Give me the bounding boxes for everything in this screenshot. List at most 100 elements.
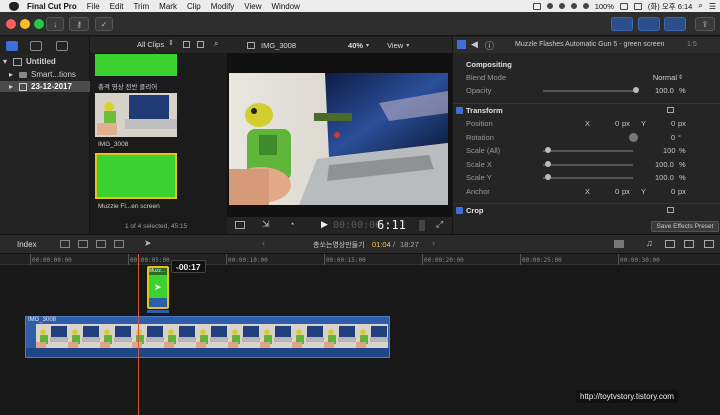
menu-mark[interactable]: Mark (159, 2, 177, 11)
scale-all-knob[interactable] (545, 147, 551, 153)
headphones-icon[interactable]: ♫ (646, 238, 653, 248)
libraries-icon[interactable] (6, 41, 18, 51)
insert-clip-icon[interactable] (78, 240, 88, 248)
notification-icon[interactable]: ☰ (709, 2, 716, 11)
audio-inspector-icon[interactable]: ◀ (471, 39, 478, 50)
menu-file[interactable]: File (87, 2, 100, 11)
share-button[interactable]: ⇪ (695, 17, 715, 31)
import-button[interactable]: ↓ (46, 17, 64, 31)
timeline-ruler[interactable]: 00:00:00:00 00:00:05:00 00:00:10:00 00:0… (0, 254, 720, 265)
clip-thumbnail-img3008[interactable] (95, 93, 177, 137)
show-browser-button[interactable] (611, 17, 633, 31)
rotation-value[interactable]: 0 (671, 133, 675, 142)
list-view-icon[interactable] (197, 41, 204, 48)
menu-app-name[interactable]: Final Cut Pro (27, 2, 77, 11)
input-source-icon[interactable] (633, 2, 642, 10)
save-effects-preset-button[interactable]: Save Effects Preset (651, 221, 719, 232)
scale-y-value[interactable]: 100.0 (655, 173, 674, 182)
menu-modify[interactable]: Modify (211, 2, 235, 11)
wifi-icon[interactable] (582, 3, 589, 9)
crop-onscreen-icon[interactable] (667, 207, 674, 213)
overwrite-clip-icon[interactable] (114, 240, 124, 248)
info-inspector-icon[interactable]: ⓘ (485, 39, 494, 52)
snapping-icon[interactable] (665, 240, 675, 248)
primary-clip-img3008[interactable]: IMG_3008 (25, 316, 390, 358)
photos-audio-icon[interactable] (30, 41, 42, 51)
opacity-value[interactable]: 100.0 (655, 86, 674, 95)
keywords-button[interactable]: ⚷ (69, 17, 89, 31)
index-button[interactable]: Index (17, 240, 37, 249)
menu-clip[interactable]: Clip (187, 2, 201, 11)
minimize-window-button[interactable] (20, 19, 30, 29)
close-window-button[interactable] (6, 19, 16, 29)
position-y-value[interactable]: 0 (671, 119, 675, 128)
connected-clip-muzzle[interactable]: Muzz... ➤ (147, 266, 169, 309)
menu-view[interactable]: View (244, 2, 261, 11)
opacity-slider-knob[interactable] (633, 87, 639, 93)
titles-generators-icon[interactable] (56, 41, 68, 51)
clip-thumbnail-green-1[interactable] (95, 54, 177, 76)
disclosure-icon[interactable]: ▸ (9, 70, 15, 79)
sync-icon[interactable] (558, 3, 565, 9)
blend-mode-dropdown[interactable]: Normal (653, 73, 677, 82)
record-icon[interactable] (546, 3, 553, 9)
menu-window[interactable]: Window (272, 2, 300, 11)
clip-thumbnail-muzzle-selected[interactable] (95, 153, 177, 199)
sidebar-item-smart-collections[interactable]: ▸ Smart...tions (0, 69, 90, 80)
anchor-y-value[interactable]: 0 (671, 187, 675, 196)
speed-icon[interactable]: ◔ (289, 219, 294, 229)
sidebar-item-library[interactable]: ▾ Untitled (0, 56, 90, 67)
effects-browser-icon[interactable] (704, 240, 714, 248)
opacity-slider[interactable] (543, 90, 638, 92)
scale-x-value[interactable]: 100.0 (655, 160, 674, 169)
rotation-dial[interactable] (629, 133, 638, 142)
zoom-window-button[interactable] (34, 19, 44, 29)
scale-x-slider[interactable] (543, 164, 633, 166)
select-tool-icon[interactable]: ➤ (144, 238, 152, 249)
history-forward-icon[interactable]: › (432, 238, 435, 248)
compositing-header[interactable]: Compositing (453, 58, 720, 71)
menu-edit[interactable]: Edit (110, 2, 124, 11)
battery-icon[interactable] (619, 2, 628, 10)
fullscreen-icon[interactable]: ⤢ (436, 219, 443, 230)
menu-trim[interactable]: Trim (133, 2, 149, 11)
video-inspector-icon[interactable] (457, 40, 466, 49)
connect-clip-icon[interactable] (60, 240, 70, 248)
search-icon[interactable]: ⌕ (698, 1, 702, 11)
scale-y-knob[interactable] (545, 174, 551, 180)
position-x-value[interactable]: 0 (615, 119, 619, 128)
bluetooth-icon[interactable] (570, 3, 577, 9)
play-button[interactable]: ▶ (321, 219, 328, 230)
scale-y-slider[interactable] (543, 177, 633, 179)
view-options-icon[interactable] (235, 221, 245, 229)
background-tasks-button[interactable]: ✓ (95, 17, 113, 31)
show-inspector-button[interactable] (664, 17, 686, 31)
show-timeline-button[interactable] (638, 17, 660, 31)
sidebar-item-event[interactable]: ▸ 23-12-2017 (0, 81, 90, 92)
clip-appearance-icon[interactable] (684, 240, 694, 248)
scale-all-slider[interactable] (543, 150, 633, 152)
search-icon[interactable]: ⌕ (214, 39, 218, 49)
clip-filter-dropdown[interactable]: All Clips (137, 40, 164, 49)
viewer-view-dropdown[interactable]: View (387, 41, 403, 50)
viewer-image[interactable] (229, 73, 448, 205)
anchor-x-value[interactable]: 0 (615, 187, 619, 196)
audio-skimming-icon[interactable] (614, 240, 624, 248)
scale-all-value[interactable]: 100 (663, 146, 676, 155)
disclosure-icon[interactable]: ▾ (3, 57, 9, 66)
viewer-zoom-dropdown[interactable]: 40% (348, 41, 363, 50)
transform-header[interactable]: Transform (453, 103, 720, 116)
transform-tool-icon[interactable]: ⇲ (262, 219, 270, 230)
playhead[interactable] (138, 254, 139, 415)
scale-x-knob[interactable] (545, 161, 551, 167)
append-clip-icon[interactable] (96, 240, 106, 248)
clip-appearance-icon[interactable] (183, 41, 190, 48)
crop-header[interactable]: Crop (453, 203, 720, 216)
disclosure-icon[interactable]: ▸ (9, 82, 15, 91)
transform-checkbox[interactable] (456, 106, 463, 114)
crop-checkbox[interactable] (456, 206, 463, 214)
history-back-icon[interactable]: ‹ (262, 238, 265, 248)
display-icon[interactable] (532, 2, 541, 10)
apple-icon[interactable] (9, 1, 19, 11)
transform-onscreen-icon[interactable] (667, 107, 674, 113)
